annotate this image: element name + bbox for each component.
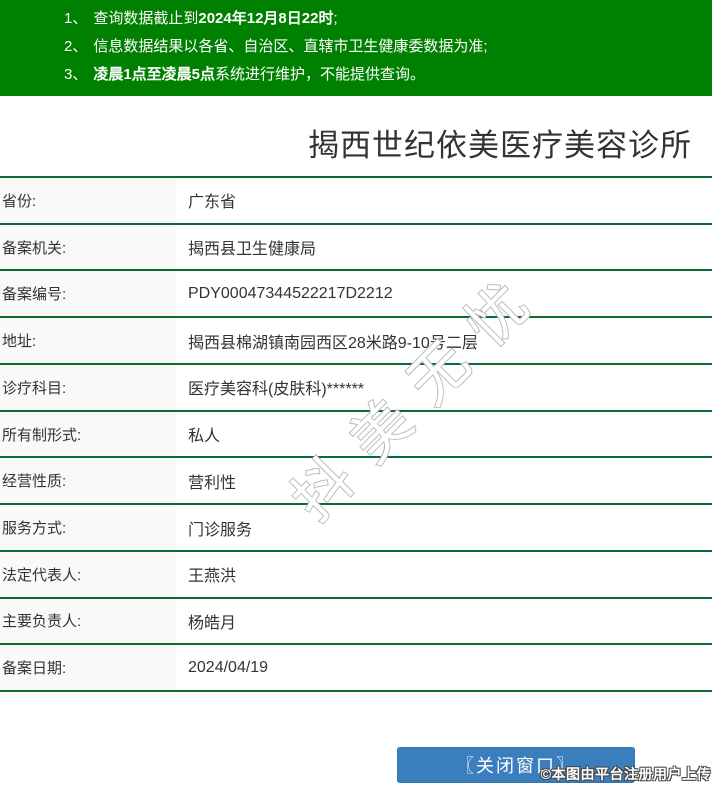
field-value: 2024/04/19 <box>176 645 712 691</box>
notice-number: 3、 <box>64 66 88 83</box>
field-label: 服务方式: <box>0 505 176 550</box>
notice-line-3: 3、 凌晨1点至凌晨5点系统进行维护，不能提供查询。 <box>64 61 712 89</box>
notice-number: 1、 <box>64 10 88 27</box>
notice-line-2: 2、 信息数据结果以各省、自治区、直辖市卫生健康委数据为准; <box>64 33 712 61</box>
notice-text: 系统进行维护，不能提供查询。 <box>215 66 426 83</box>
table-row: 法定代表人: 王燕洪 <box>0 551 712 599</box>
field-label: 备案机关: <box>0 224 176 270</box>
field-label: 经营性质: <box>0 458 176 504</box>
notice-banner: 1、 查询数据截止到2024年12月8日22时; 2、 信息数据结果以各省、自治区、… <box>0 0 712 96</box>
table-row: 备案机关: 揭西县卫生健康局 <box>0 224 712 272</box>
page-title: 揭西世纪依美医疗美容诊所 <box>308 128 692 163</box>
field-label: 省份: <box>0 178 176 223</box>
uploader-copyright-stamp: ©本图由平台注册用户上传 <box>540 766 711 782</box>
notice-text-bold: 2024年12月8日22时 <box>198 10 334 27</box>
table-row: 备案编号: PDY00047344522217D2212 <box>0 271 712 319</box>
record-table: 省份: 广东省 备案机关: 揭西县卫生健康局 备案编号: PDY0004734452221… <box>0 176 712 693</box>
field-label: 所有制形式: <box>0 411 176 457</box>
field-value: 医疗美容科(皮肤科)****** <box>176 364 712 410</box>
field-value: 王燕洪 <box>176 551 712 597</box>
field-label: 备案日期: <box>0 645 176 691</box>
field-label: 主要负责人: <box>0 598 176 644</box>
table-row: 备案日期: 2024/04/19 <box>0 645 712 693</box>
field-value: 揭西县棉湖镇南园西区28米路9-10号二层 <box>176 318 712 363</box>
record-query-window: 1、 查询数据截止到2024年12月8日22时; 2、 信息数据结果以各省、自治区、… <box>0 0 712 785</box>
table-row: 诊疗科目: 医疗美容科(皮肤科)****** <box>0 364 712 412</box>
field-value: 门诊服务 <box>176 505 712 550</box>
notice-line-1: 1、 查询数据截止到2024年12月8日22时; <box>64 5 712 33</box>
table-row: 地址: 揭西县棉湖镇南园西区28米路9-10号二层 <box>0 318 712 365</box>
notice-text-bold: 凌晨1点至凌晨5点 <box>93 66 216 83</box>
table-row: 省份: 广东省 <box>0 178 712 225</box>
notice-text: ; <box>333 10 338 27</box>
field-label: 地址: <box>0 318 176 363</box>
notice-text: 查询数据截止到 <box>93 10 199 27</box>
notice-text: 信息数据结果以各省、自治区、直辖市卫生健康委数据为准; <box>93 38 488 55</box>
field-value: 私人 <box>176 411 712 457</box>
table-row: 服务方式: 门诊服务 <box>0 505 712 552</box>
table-row: 所有制形式: 私人 <box>0 411 712 459</box>
field-label: 法定代表人: <box>0 551 176 597</box>
field-value: 揭西县卫生健康局 <box>176 224 712 270</box>
field-value: PDY00047344522217D2212 <box>176 271 712 317</box>
field-label: 备案编号: <box>0 271 176 317</box>
table-row: 主要负责人: 杨皓月 <box>0 598 712 646</box>
field-label: 诊疗科目: <box>0 364 176 410</box>
field-value: 广东省 <box>176 178 712 223</box>
field-value: 营利性 <box>176 458 712 504</box>
field-value: 杨皓月 <box>176 598 712 644</box>
table-row: 经营性质: 营利性 <box>0 458 712 506</box>
notice-number: 2、 <box>64 38 88 55</box>
